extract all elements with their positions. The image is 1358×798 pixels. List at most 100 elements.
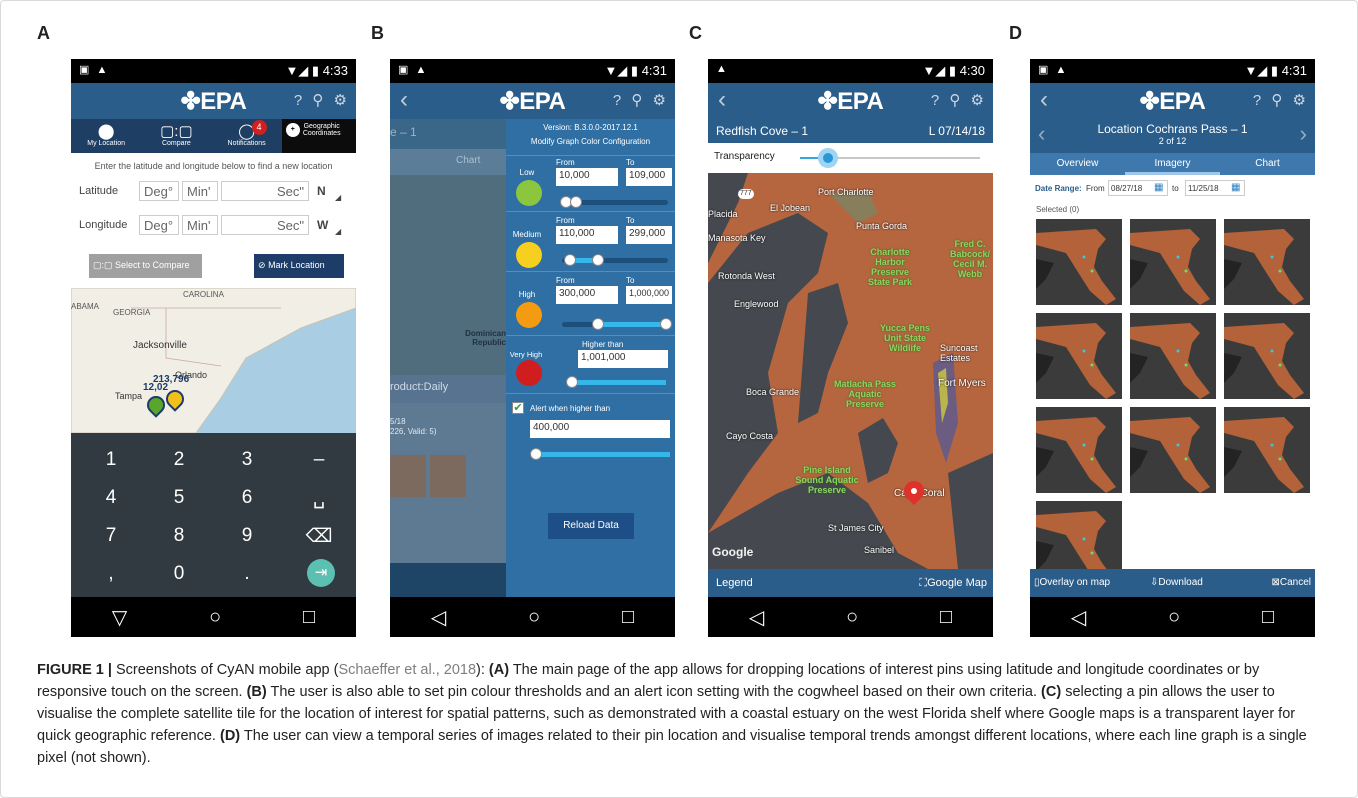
tab-geographic-coordinates[interactable]: + Geographic Coordinates <box>281 119 356 153</box>
very-high-slider[interactable] <box>566 376 578 388</box>
imagery-thumbnail[interactable] <box>1224 219 1310 305</box>
recents-nav-icon[interactable]: □ <box>1262 606 1274 629</box>
next-key-icon[interactable]: ⇥ <box>307 559 335 587</box>
key-1[interactable]: 1 <box>91 449 131 471</box>
reload-data-button[interactable]: Reload Data <box>548 513 634 539</box>
medium-color-icon[interactable] <box>516 242 542 268</box>
backspace-icon[interactable]: ⌫ <box>299 525 339 548</box>
medium-max-slider[interactable] <box>592 254 604 266</box>
gear-icon[interactable]: ⚙ <box>971 92 987 109</box>
back-arrow-icon[interactable]: ‹ <box>1040 86 1048 114</box>
medium-min-slider[interactable] <box>564 254 576 266</box>
tab-imagery[interactable]: Imagery <box>1125 153 1220 175</box>
next-location-icon[interactable]: › <box>1300 121 1307 147</box>
home-nav-icon[interactable]: ○ <box>1168 606 1180 629</box>
high-color-icon[interactable] <box>516 302 542 328</box>
alert-input[interactable]: 400,000 <box>530 420 670 438</box>
gear-icon[interactable]: ⚙ <box>334 92 350 109</box>
longitude-deg-field[interactable]: Deg° <box>139 215 179 235</box>
tab-my-location[interactable]: ⬤ My Location <box>71 119 141 153</box>
help-icon[interactable]: ? <box>294 92 305 109</box>
search-icon[interactable]: ⚲ <box>631 92 645 109</box>
latitude-sec-field[interactable]: Sec" <box>221 181 309 201</box>
map[interactable]: CAROLINA ABAMA GEORGIA Jacksonville Orla… <box>71 288 356 433</box>
latitude-min-field[interactable]: Min' <box>182 181 218 201</box>
imagery-thumbnail[interactable] <box>1036 313 1122 399</box>
imagery-thumbnail[interactable] <box>1224 313 1310 399</box>
google-map-button[interactable]: ⛶Google Map <box>919 577 987 590</box>
low-to-input[interactable]: 109,000 <box>626 168 672 186</box>
gear-icon[interactable]: ⚙ <box>1293 92 1309 109</box>
very-high-input[interactable]: 1,001,000 <box>578 350 668 368</box>
home-nav-icon[interactable]: ○ <box>209 606 221 629</box>
gear-icon[interactable]: ⚙ <box>653 92 669 109</box>
legend-button[interactable]: Legend <box>716 577 753 589</box>
mark-location-button[interactable]: ⊘ Mark Location <box>254 254 344 278</box>
back-nav-icon[interactable]: ◁ <box>749 605 764 630</box>
key-2[interactable]: 2 <box>159 449 199 471</box>
back-arrow-icon[interactable]: ‹ <box>718 86 726 114</box>
recents-nav-icon[interactable]: □ <box>622 606 634 629</box>
low-from-input[interactable]: 10,000 <box>556 168 618 186</box>
key-0[interactable]: 0 <box>159 563 199 585</box>
longitude-direction-select[interactable]: W <box>317 218 328 232</box>
key-dash[interactable]: – <box>299 449 339 471</box>
tab-overview[interactable]: Overview <box>1030 153 1125 175</box>
tab-compare[interactable]: ▢:▢ Compare <box>141 119 211 153</box>
home-nav-icon[interactable]: ○ <box>528 606 540 629</box>
download-button[interactable]: ⇩Download <box>1150 577 1203 588</box>
key-3[interactable]: 3 <box>227 449 267 471</box>
key-9[interactable]: 9 <box>227 525 267 547</box>
medium-from-input[interactable]: 110,000 <box>556 226 618 244</box>
latitude-deg-field[interactable]: Deg° <box>139 181 179 201</box>
back-nav-icon[interactable]: ◁ <box>1071 605 1086 630</box>
tab-chart[interactable]: Chart <box>1220 153 1315 175</box>
imagery-thumbnail[interactable] <box>1036 219 1122 305</box>
key-5[interactable]: 5 <box>159 487 199 509</box>
back-nav-icon[interactable]: ◁ <box>431 605 446 630</box>
satellite-map[interactable]: 777 Placida El Jobean Manasota Key Port … <box>708 173 993 569</box>
citation-link[interactable]: Schaeffer et al., 2018 <box>338 662 476 678</box>
high-to-input[interactable]: 1,000,000 <box>626 286 672 304</box>
tab-notifications[interactable]: ◯ 4 Notifications <box>212 119 282 153</box>
key-4[interactable]: 4 <box>91 487 131 509</box>
longitude-min-field[interactable]: Min' <box>182 215 218 235</box>
previous-location-icon[interactable]: ‹ <box>1038 121 1045 147</box>
key-6[interactable]: 6 <box>227 487 267 509</box>
imagery-thumbnail[interactable] <box>1224 407 1310 493</box>
key-comma[interactable]: , <box>91 563 131 585</box>
back-nav-icon[interactable]: ▽ <box>112 605 127 630</box>
key-7[interactable]: 7 <box>91 525 131 547</box>
search-icon[interactable]: ⚲ <box>312 92 326 109</box>
medium-to-input[interactable]: 299,000 <box>626 226 672 244</box>
high-max-slider[interactable] <box>660 318 672 330</box>
overlay-on-map-button[interactable]: ▯Overlay on map <box>1034 577 1110 588</box>
imagery-thumbnail[interactable] <box>1130 219 1216 305</box>
very-high-color-icon[interactable] <box>516 360 542 386</box>
calendar-icon[interactable]: ▦ <box>1231 182 1240 193</box>
imagery-thumbnail[interactable] <box>1130 407 1216 493</box>
key-8[interactable]: 8 <box>159 525 199 547</box>
alert-checkbox[interactable]: ✔ <box>512 402 524 414</box>
imagery-thumbnail[interactable] <box>1036 407 1122 493</box>
longitude-sec-field[interactable]: Sec" <box>221 215 309 235</box>
home-nav-icon[interactable]: ○ <box>846 606 858 629</box>
search-icon[interactable]: ⚲ <box>1271 92 1285 109</box>
cancel-button[interactable]: ⊠Cancel <box>1271 577 1311 588</box>
low-color-icon[interactable] <box>516 180 542 206</box>
help-icon[interactable]: ? <box>931 92 942 109</box>
recents-nav-icon[interactable]: □ <box>940 606 952 629</box>
imagery-thumbnail[interactable] <box>1130 313 1216 399</box>
high-from-input[interactable]: 300,000 <box>556 286 618 304</box>
key-period[interactable]: . <box>227 563 267 585</box>
recents-nav-icon[interactable]: □ <box>303 606 315 629</box>
select-to-compare-button[interactable]: ▢:▢ Select to Compare <box>89 254 202 278</box>
back-arrow-icon[interactable]: ‹ <box>400 86 408 114</box>
high-min-slider[interactable] <box>592 318 604 330</box>
alert-slider[interactable] <box>530 448 542 460</box>
latitude-direction-select[interactable]: N <box>317 184 326 198</box>
space-key-icon[interactable]: ␣ <box>299 487 339 510</box>
help-icon[interactable]: ? <box>1253 92 1264 109</box>
calendar-icon[interactable]: ▦ <box>1154 182 1163 193</box>
low-max-slider[interactable] <box>570 196 582 208</box>
